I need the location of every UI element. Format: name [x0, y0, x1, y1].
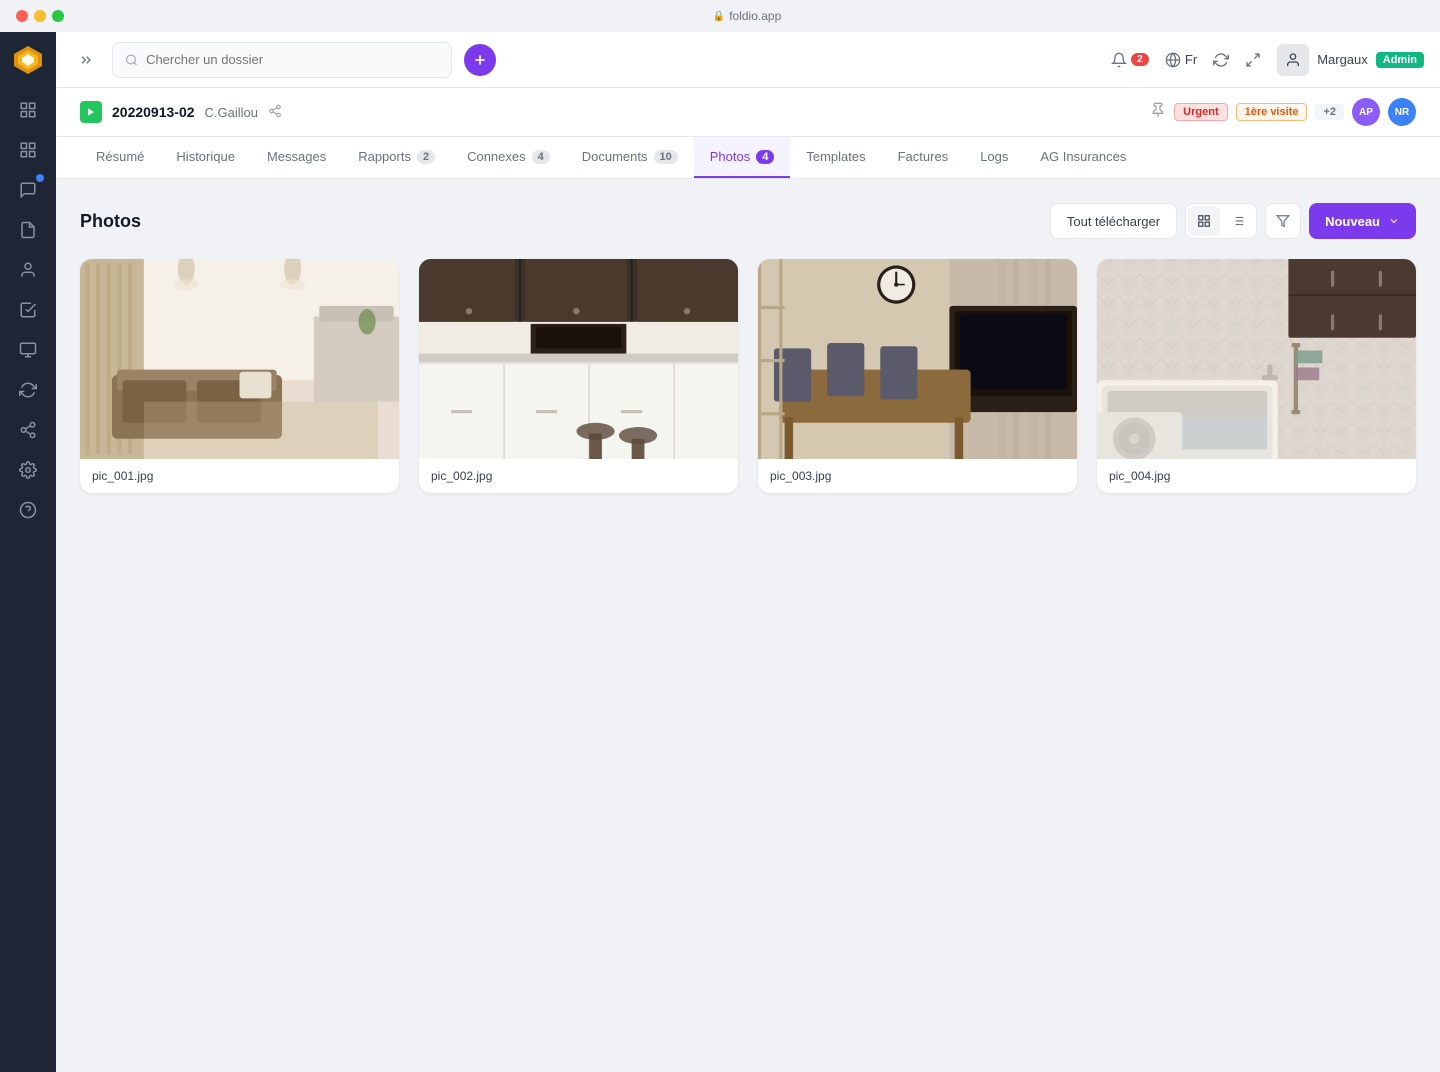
sidebar-item-sharing[interactable] [10, 412, 46, 448]
chrome-minimize[interactable] [34, 10, 46, 22]
photo-card-2[interactable]: pic_002.jpg [419, 259, 738, 493]
photos-toolbar: Photos Tout télécharger [80, 203, 1416, 239]
notifications-count: 2 [1131, 53, 1149, 66]
add-button[interactable] [464, 44, 496, 76]
tab-connexes-count: 4 [532, 150, 550, 164]
pin-icon[interactable] [1150, 102, 1166, 123]
user-name: Margaux [1317, 52, 1368, 67]
language-label: Fr [1185, 52, 1197, 67]
sidebar [0, 32, 56, 1072]
record-tags: Urgent 1ère visite +2 AP NR [1150, 98, 1416, 126]
user-avatar [1277, 44, 1309, 76]
photo-card-4[interactable]: pic_004.jpg [1097, 259, 1416, 493]
expand-icon [1245, 52, 1261, 68]
sidebar-item-tasks[interactable] [10, 292, 46, 328]
search-bar [112, 42, 452, 78]
tab-resume[interactable]: Résumé [80, 137, 160, 178]
language-button[interactable]: Fr [1165, 52, 1197, 68]
share-icon[interactable] [268, 104, 282, 121]
sidebar-item-contacts[interactable] [10, 252, 46, 288]
list-icon [1231, 214, 1245, 228]
download-all-button[interactable]: Tout télécharger [1050, 203, 1177, 239]
grid-icon [1197, 214, 1211, 228]
sidebar-item-dashboard[interactable] [10, 132, 46, 168]
tab-rapports[interactable]: Rapports 2 [342, 137, 451, 178]
nouveau-button[interactable]: Nouveau [1309, 203, 1416, 239]
list-view-button[interactable] [1222, 206, 1254, 236]
filter-icon [1276, 214, 1290, 228]
photo-filename-3: pic_003.jpg [758, 459, 1077, 493]
user-section[interactable]: Margaux Admin [1277, 44, 1424, 76]
sync-button[interactable] [1213, 52, 1229, 68]
sidebar-item-messages[interactable] [10, 172, 46, 208]
chrome-maximize[interactable] [52, 10, 64, 22]
photo-image-4 [1097, 259, 1416, 459]
tab-factures[interactable]: Factures [882, 137, 965, 178]
tab-logs[interactable]: Logs [964, 137, 1024, 178]
record-header: 20220913-02 C.Gaillou Urgent 1ère visite… [56, 88, 1440, 137]
photos-title: Photos [80, 211, 141, 232]
tabs-bar: Résumé Historique Messages Rapports 2 Co… [56, 137, 1440, 179]
tab-ag-insurances[interactable]: AG Insurances [1024, 137, 1142, 178]
search-input[interactable] [146, 52, 439, 67]
photo-filename-4: pic_004.jpg [1097, 459, 1416, 493]
window-chrome: 🔒 foldio.app [0, 0, 1440, 32]
photo-filename-1: pic_001.jpg [80, 459, 399, 493]
tab-templates[interactable]: Templates [790, 137, 881, 178]
tab-connexes[interactable]: Connexes 4 [451, 137, 566, 178]
avatar-ap: AP [1352, 98, 1380, 126]
search-icon [125, 53, 138, 67]
topbar: 2 Fr [56, 32, 1440, 88]
tag-more[interactable]: +2 [1315, 104, 1344, 120]
photo-image-3 [758, 259, 1077, 459]
messages-badge [36, 174, 44, 182]
photos-section: Photos Tout télécharger [56, 179, 1440, 1072]
photo-grid: pic_001.jpg [80, 259, 1416, 493]
tab-photos[interactable]: Photos 4 [694, 137, 791, 178]
fullscreen-button[interactable] [1245, 52, 1261, 68]
photo-card-1[interactable]: pic_001.jpg [80, 259, 399, 493]
sidebar-item-invoices[interactable] [10, 332, 46, 368]
tab-historique[interactable]: Historique [160, 137, 251, 178]
grid-view-button[interactable] [1188, 206, 1220, 236]
sidebar-item-settings[interactable] [10, 452, 46, 488]
photo-card-3[interactable]: pic_003.jpg [758, 259, 1077, 493]
admin-badge: Admin [1376, 52, 1424, 68]
photos-actions: Tout télécharger [1050, 203, 1416, 239]
tab-documents[interactable]: Documents 10 [566, 137, 694, 178]
chrome-close[interactable] [16, 10, 28, 22]
chevron-down-icon [1388, 215, 1400, 227]
photo-image-1 [80, 259, 399, 459]
sidebar-item-home[interactable] [10, 92, 46, 128]
expand-button[interactable] [72, 46, 100, 74]
view-toggle [1185, 203, 1257, 239]
sync-icon [1213, 52, 1229, 68]
tag-urgent: Urgent [1174, 103, 1227, 121]
app-logo[interactable] [12, 44, 44, 76]
tab-documents-count: 10 [654, 150, 678, 164]
globe-icon [1165, 52, 1181, 68]
notifications-button[interactable]: 2 [1111, 52, 1149, 68]
sidebar-item-documents[interactable] [10, 212, 46, 248]
avatar-nr: NR [1388, 98, 1416, 126]
lock-icon: 🔒 [713, 11, 725, 22]
photo-filename-2: pic_002.jpg [419, 459, 738, 493]
filter-button[interactable] [1265, 203, 1301, 239]
tab-rapports-count: 2 [417, 150, 435, 164]
record-id-section: 20220913-02 C.Gaillou [80, 101, 282, 123]
sidebar-item-help[interactable] [10, 492, 46, 528]
bell-icon [1111, 52, 1127, 68]
sidebar-item-analytics[interactable] [10, 372, 46, 408]
tag-premiere: 1ère visite [1236, 103, 1308, 121]
photo-image-2 [419, 259, 738, 459]
record-title: 20220913-02 [112, 104, 195, 120]
record-play-button[interactable] [80, 101, 102, 123]
tab-photos-count: 4 [756, 150, 774, 164]
window-title: 🔒 foldio.app [70, 9, 1424, 23]
record-author: C.Gaillou [205, 105, 258, 120]
tab-messages[interactable]: Messages [251, 137, 342, 178]
